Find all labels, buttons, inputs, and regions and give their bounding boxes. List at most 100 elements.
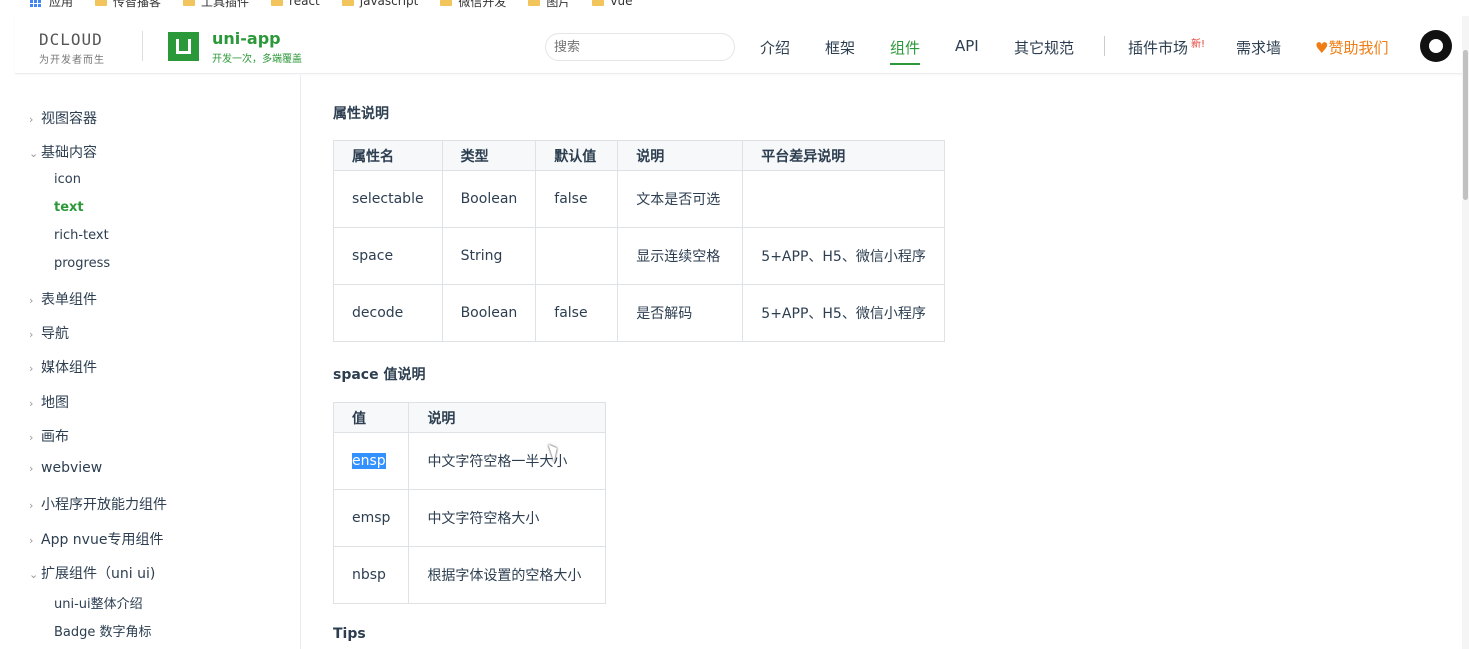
sidebar-item-nvue[interactable]: › App nvue专用组件 [29,529,163,549]
dcloud-logo[interactable]: DCLOUD 为开发者而生 [39,30,105,66]
chevron-right-icon: › [29,362,34,375]
folder-icon [440,0,453,6]
sidebar-item-navigation[interactable]: › 导航 [29,323,69,343]
search-input[interactable] [545,33,735,61]
table-cell: 文本是否可选 [617,170,744,228]
sidebar-item-view-container[interactable]: › 视图容器 [29,108,97,128]
bookmark-item[interactable]: 工具插件 [183,0,249,10]
folder-icon [95,0,108,6]
folder-icon [183,0,196,6]
table-cell: 显示连续空格 [617,227,744,285]
table-cell: 5+APP、H5、微信小程序 [742,284,946,342]
bookmark-label: javascript [359,0,419,8]
attr-title: 属性说明 [333,106,389,122]
github-icon[interactable] [1420,30,1452,62]
table-cell: 中文字符空格一半大小 [408,432,607,490]
folder-icon [528,0,541,6]
uni-app-logo-icon[interactable] [168,32,199,61]
table-row: nbsp 根据字体设置的空格大小 [332,546,607,604]
table-cell: Boolean [441,170,537,228]
table-cell: false [535,284,619,342]
sidebar-sub-text[interactable]: text [54,200,84,215]
chevron-down-icon: ⌄ [29,568,39,581]
sidebar-item-form[interactable]: › 表单组件 [29,289,97,309]
sidebar-sub-progress[interactable]: progress [54,256,110,271]
table-cell: decode [333,284,443,342]
sidebar-sub-uniui-intro[interactable]: uni-ui整体介绍 [54,593,143,612]
table-row: selectable Boolean false 文本是否可选 [333,170,946,228]
chevron-right-icon: › [29,113,34,126]
chevron-right-icon: › [29,499,34,512]
table-cell: String [441,227,537,285]
main-content: 属性说明 属性名 类型 默认值 说明 平台差异说明 selectable Boo… [302,75,1462,649]
sidebar-item-map[interactable]: › 地图 [29,392,69,412]
sidebar-sub-badge[interactable]: Badge 数字角标 [54,621,152,640]
sidebar-label: 媒体组件 [41,360,97,376]
table-header-row: 属性名 类型 默认值 说明 平台差异说明 [333,140,946,171]
table-header-row: 值 说明 [332,402,607,433]
sidebar-item-extensions[interactable]: ⌄ 扩展组件（uni ui) [29,563,155,583]
table-row: emsp 中文字符空格大小 [332,489,607,547]
bookmark-item[interactable]: react [271,0,320,8]
nav-framework[interactable]: 框架 [825,37,855,58]
bookmark-label: 图片 [546,0,571,9]
nav-other-specs[interactable]: 其它规范 [1014,37,1074,58]
tips-title: Tips [333,626,366,642]
nav-intro[interactable]: 介绍 [760,37,790,58]
sidebar-label: 导航 [41,326,69,342]
nav-divider [1104,36,1105,56]
scrollbar-thumb[interactable] [1463,50,1468,200]
sidebar-sub-icon[interactable]: icon [54,172,81,187]
bookmark-label: 微信开发 [458,0,507,9]
sidebar-item-webview[interactable]: › webview [29,460,102,476]
nav-sponsor[interactable]: ♥赞助我们 [1315,37,1388,58]
chevron-right-icon: › [29,397,34,410]
bookmark-item[interactable]: 微信开发 [440,0,506,10]
sidebar-label: 地图 [41,395,69,411]
nav-plugin-market[interactable]: 插件市场 新! [1128,37,1205,58]
bookmarks-bar: 应用 传智播客 工具插件 react javascript 微信开发 图片 vu… [0,0,1469,10]
sidebar-item-media[interactable]: › 媒体组件 [29,357,97,377]
table-row: decode Boolean false 是否解码 5+APP、H5、微信小程序 [333,284,946,342]
table-cell: nbsp [332,546,410,604]
sidebar-label: 表单组件 [41,292,97,308]
table-cell: Boolean [441,284,537,342]
bookmark-item[interactable]: 图片 [528,0,570,10]
table-cell [742,170,946,228]
bookmark-item[interactable]: javascript [341,0,419,8]
table-cell: selectable [333,170,443,228]
selected-text[interactable]: ensp [352,453,386,469]
folder-icon [592,0,605,6]
col-header: 类型 [441,140,537,171]
sidebar-sub-rich-text[interactable]: rich-text [54,228,109,243]
table-row: space String 显示连续空格 5+APP、H5、微信小程序 [333,227,946,285]
sidebar-item-canvas[interactable]: › 画布 [29,426,69,446]
col-header: 说明 [408,402,607,433]
chevron-right-icon: › [29,462,34,475]
new-badge: 新! [1191,39,1206,50]
product-title[interactable]: uni-app [212,29,281,48]
sidebar-item-basic-content[interactable]: ⌄ 基础内容 [29,142,97,162]
nav-demand-wall[interactable]: 需求墙 [1236,37,1281,58]
table-row: ensp 中文字符空格一半大小 [332,432,607,490]
nav-api[interactable]: API [955,37,979,55]
plugin-market-label: 插件市场 [1128,39,1189,57]
sidebar: › 视图容器 ⌄ 基础内容 icon text rich-text progress… [15,75,301,649]
col-header: 值 [332,402,410,433]
bookmark-label: 传智播客 [113,0,162,9]
chevron-right-icon: › [29,431,34,444]
col-header: 默认值 [535,140,619,171]
sidebar-item-miniprogram[interactable]: › 小程序开放能力组件 [29,494,167,514]
folder-icon [271,0,284,6]
nav-components[interactable]: 组件 [890,37,921,65]
apps-grid-icon [30,0,41,7]
attr-table: 属性名 类型 默认值 说明 平台差异说明 selectable Boolean … [333,140,946,342]
table-cell: false [535,170,619,228]
table-cell [535,227,619,285]
bookmark-label: 应用 [49,0,74,9]
bookmark-item[interactable]: 传智播客 [95,0,161,10]
table-cell: emsp [332,489,410,547]
bookmark-item[interactable]: vue [592,0,632,8]
space-title: space 值说明 [333,367,426,383]
bookmark-apps[interactable]: 应用 [30,0,73,10]
